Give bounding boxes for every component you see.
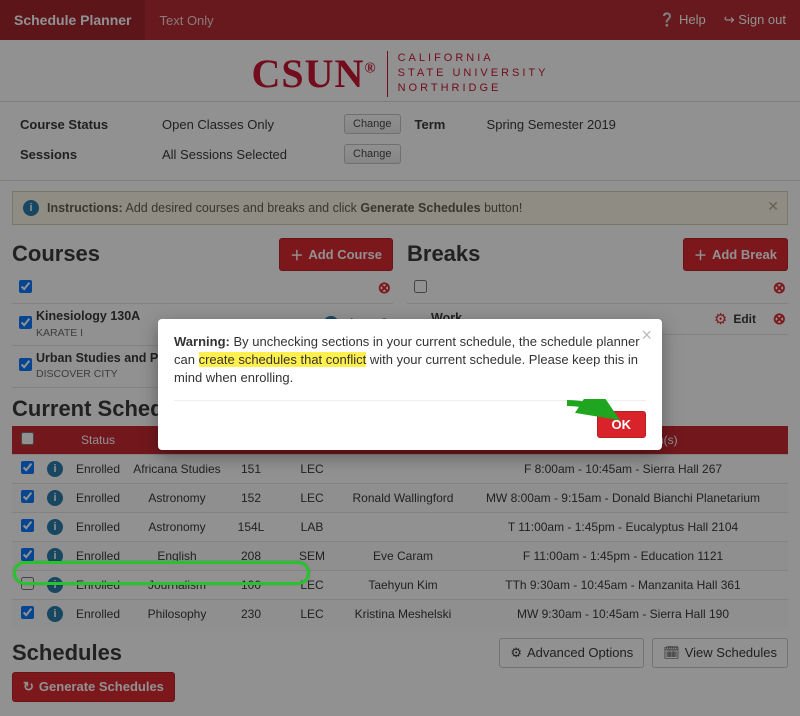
modal-ok-button[interactable]: OK xyxy=(597,411,647,438)
modal-close-icon[interactable]: × xyxy=(641,325,652,346)
warning-modal: × Warning: By unchecking sections in you… xyxy=(158,319,662,450)
